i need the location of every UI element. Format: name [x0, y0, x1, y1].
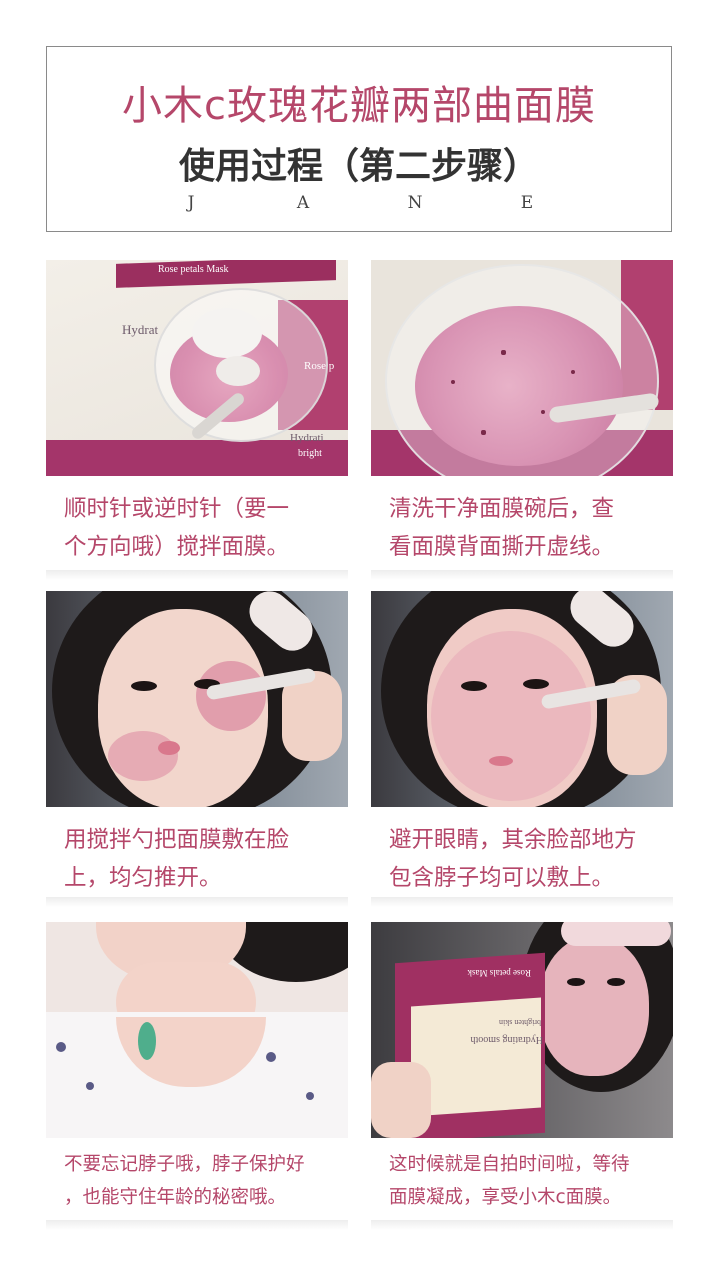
caption-line: 这时候就是自拍时间啦，等待 — [389, 1154, 630, 1175]
caption-line: ，也能守住年龄的秘密哦。 — [64, 1187, 287, 1208]
step-caption: 用搅拌勺把面膜敷在脸 上，均匀推开。 — [64, 821, 354, 897]
brand-letter: N — [407, 193, 423, 213]
divider — [371, 1220, 673, 1230]
page-title: 小木c玫瑰花瓣两部曲面膜 — [122, 83, 596, 129]
caption-line: 上，均匀推开。 — [64, 865, 222, 891]
caption-line: 面膜凝成，享受小木c面膜。 — [389, 1187, 622, 1208]
step-photo-neck — [46, 922, 348, 1138]
caption-line: 避开眼睛，其余脸部地方 — [389, 827, 637, 853]
caption-line: 清洗干净面膜碗后，查 — [389, 496, 615, 522]
box-label: Rose petals Mask — [467, 968, 532, 978]
box-label: Hydrati — [290, 432, 324, 444]
step-photo-mixing-bowl: Rose petals Mask Hydrat Rose p Hydrati b… — [46, 260, 348, 476]
header-box: 小木c玫瑰花瓣两部曲面膜 使用过程（第二步骤） J A N E — [46, 46, 672, 232]
brand-letters: JANE — [47, 193, 671, 213]
step-caption: 清洗干净面膜碗后，查 看面膜背面撕开虚线。 — [389, 490, 679, 566]
divider — [371, 897, 673, 907]
divider — [46, 1220, 348, 1230]
divider — [46, 897, 348, 907]
step-caption: 避开眼睛，其余脸部地方 包含脖子均可以敷上。 — [389, 821, 679, 897]
brand-letter: E — [520, 193, 534, 213]
brand-letter: A — [296, 193, 310, 213]
step-photo-mask-paste — [371, 260, 673, 476]
step-caption: 不要忘记脖子哦，脖子保护好 ，也能守住年龄的秘密哦。 — [64, 1148, 354, 1214]
caption-line: 个方向哦）搅拌面膜。 — [64, 534, 290, 560]
step-caption: 这时候就是自拍时间啦，等待 面膜凝成，享受小木c面膜。 — [389, 1148, 679, 1214]
brand-letter: J — [187, 193, 195, 213]
divider — [371, 570, 673, 580]
box-label: brighten skin — [499, 1018, 541, 1027]
step-caption: 顺时针或逆时针（要一 个方向哦）搅拌面膜。 — [64, 490, 354, 566]
box-label: Rose petals Mask — [158, 264, 229, 275]
page-subtitle: 使用过程（第二步骤） — [178, 145, 539, 187]
box-label: bright — [298, 448, 322, 459]
caption-line: 不要忘记脖子哦，脖子保护好 — [64, 1154, 305, 1175]
caption-line: 用搅拌勺把面膜敷在脸 — [64, 827, 290, 853]
caption-line: 看面膜背面撕开虚线。 — [389, 534, 615, 560]
step-photo-applying-mask — [46, 591, 348, 807]
step-photo-selfie: Rose petals Mask Hydrating smooth bright… — [371, 922, 673, 1138]
box-label: Hydrat — [122, 322, 159, 337]
caption-line: 包含脖子均可以敷上。 — [389, 865, 615, 891]
box-label: Hydrating smooth — [470, 1034, 544, 1045]
caption-line: 顺时针或逆时针（要一 — [64, 496, 290, 522]
divider — [46, 570, 348, 580]
step-photo-avoid-eyes — [371, 591, 673, 807]
